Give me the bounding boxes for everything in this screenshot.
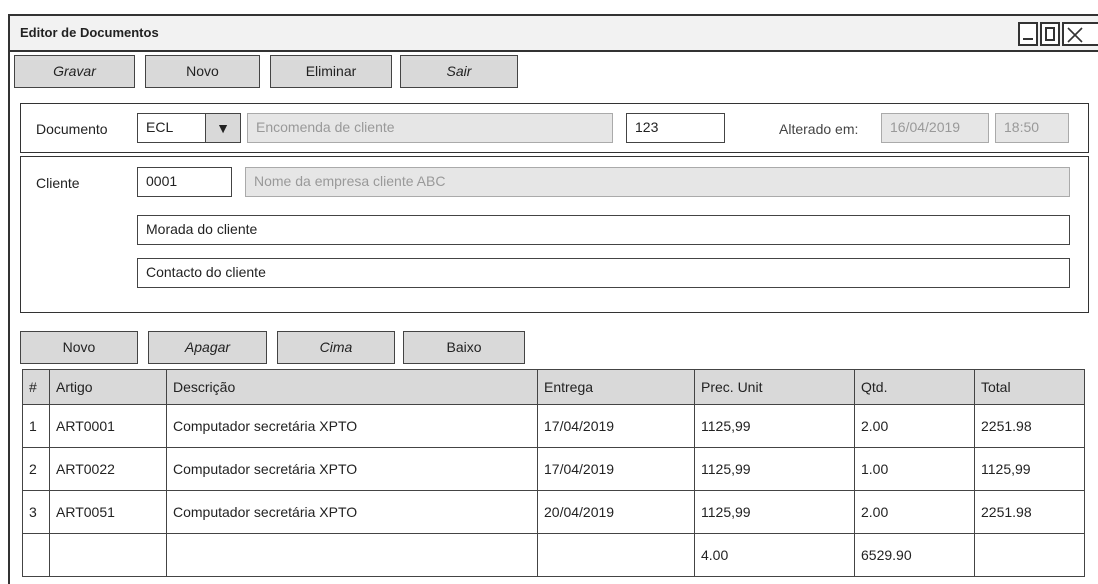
table-cell: 2.00 bbox=[854, 404, 975, 448]
document-number-field[interactable]: 123 bbox=[626, 113, 725, 143]
new-document-button[interactable]: Novo bbox=[145, 55, 260, 88]
table-cell bbox=[537, 533, 695, 577]
table-cell: 1.00 bbox=[854, 447, 975, 491]
table-cell bbox=[49, 533, 167, 577]
table-row[interactable]: 1 ART0001 Computador secretária XPTO 17/… bbox=[22, 404, 1085, 448]
chevron-down-icon[interactable]: ▼ bbox=[205, 113, 241, 143]
window-title: Editor de Documentos bbox=[20, 25, 159, 40]
table-cell: 2 bbox=[22, 447, 50, 491]
table-cell: 1125,99 bbox=[694, 404, 855, 448]
title-bar: Editor de Documentos bbox=[10, 16, 1098, 52]
maximize-icon[interactable] bbox=[1040, 22, 1060, 46]
table-cell: Computador secretária XPTO bbox=[166, 490, 538, 534]
document-type-select[interactable]: ECL bbox=[137, 113, 207, 143]
document-description-field[interactable]: Encomenda de cliente bbox=[247, 113, 613, 143]
table-cell: ART0022 bbox=[49, 447, 167, 491]
column-header-total[interactable]: Total bbox=[974, 369, 1085, 405]
column-header-article[interactable]: Artigo bbox=[49, 369, 167, 405]
changed-time-field[interactable]: 18:50 bbox=[995, 113, 1069, 143]
table-cell: 2.00 bbox=[854, 490, 975, 534]
total-amount: 6529.90 bbox=[854, 533, 975, 577]
table-cell: ART0051 bbox=[49, 490, 167, 534]
move-up-button[interactable]: Cima bbox=[277, 331, 395, 364]
table-header-row: # Artigo Descrição Entrega Prec. Unit Qt… bbox=[22, 369, 1085, 405]
column-header-number[interactable]: # bbox=[22, 369, 50, 405]
delete-document-button[interactable]: Eliminar bbox=[270, 55, 392, 88]
changed-date-field[interactable]: 16/04/2019 bbox=[881, 113, 989, 143]
client-contact-field[interactable]: Contacto do cliente bbox=[137, 258, 1070, 288]
move-down-button[interactable]: Baixo bbox=[403, 331, 525, 364]
table-cell: 20/04/2019 bbox=[537, 490, 695, 534]
table-cell: 17/04/2019 bbox=[537, 404, 695, 448]
table-cell: 1125,99 bbox=[694, 490, 855, 534]
table-cell: ART0001 bbox=[49, 404, 167, 448]
column-header-delivery[interactable]: Entrega bbox=[537, 369, 695, 405]
table-cell: 2251.98 bbox=[974, 490, 1085, 534]
table-cell bbox=[166, 533, 538, 577]
exit-button[interactable]: Sair bbox=[400, 55, 518, 88]
new-line-button[interactable]: Novo bbox=[20, 331, 138, 364]
table-cell bbox=[22, 533, 50, 577]
table-cell: Computador secretária XPTO bbox=[166, 404, 538, 448]
client-address-field[interactable]: Morada do cliente bbox=[137, 215, 1070, 245]
table-row[interactable]: 3 ART0051 Computador secretária XPTO 20/… bbox=[22, 490, 1085, 534]
table-row[interactable]: 2 ART0022 Computador secretária XPTO 17/… bbox=[22, 447, 1085, 491]
table-cell: 2251.98 bbox=[974, 404, 1085, 448]
client-label: Cliente bbox=[36, 175, 80, 191]
table-cell: 1125,99 bbox=[974, 447, 1085, 491]
table-cell: 1 bbox=[22, 404, 50, 448]
close-icon[interactable] bbox=[1062, 22, 1098, 46]
table-cell: 17/04/2019 bbox=[537, 447, 695, 491]
table-cell bbox=[974, 533, 1085, 577]
minimize-icon[interactable] bbox=[1018, 22, 1038, 46]
table-cell: 3 bbox=[22, 490, 50, 534]
total-quantity: 4.00 bbox=[694, 533, 855, 577]
document-lines-table: # Artigo Descrição Entrega Prec. Unit Qt… bbox=[22, 369, 1085, 577]
save-button[interactable]: Gravar bbox=[14, 55, 135, 88]
column-header-unit-price[interactable]: Prec. Unit bbox=[694, 369, 855, 405]
column-header-description[interactable]: Descrição bbox=[166, 369, 538, 405]
client-name-field[interactable]: Nome da empresa cliente ABC bbox=[245, 167, 1070, 197]
table-cell: Computador secretária XPTO bbox=[166, 447, 538, 491]
changed-label: Alterado em: bbox=[779, 121, 859, 137]
document-label: Documento bbox=[36, 121, 108, 137]
table-cell: 1125,99 bbox=[694, 447, 855, 491]
delete-line-button[interactable]: Apagar bbox=[148, 331, 267, 364]
column-header-quantity[interactable]: Qtd. bbox=[854, 369, 975, 405]
totals-row: 4.00 6529.90 bbox=[22, 533, 1085, 577]
client-code-field[interactable]: 0001 bbox=[137, 167, 232, 197]
